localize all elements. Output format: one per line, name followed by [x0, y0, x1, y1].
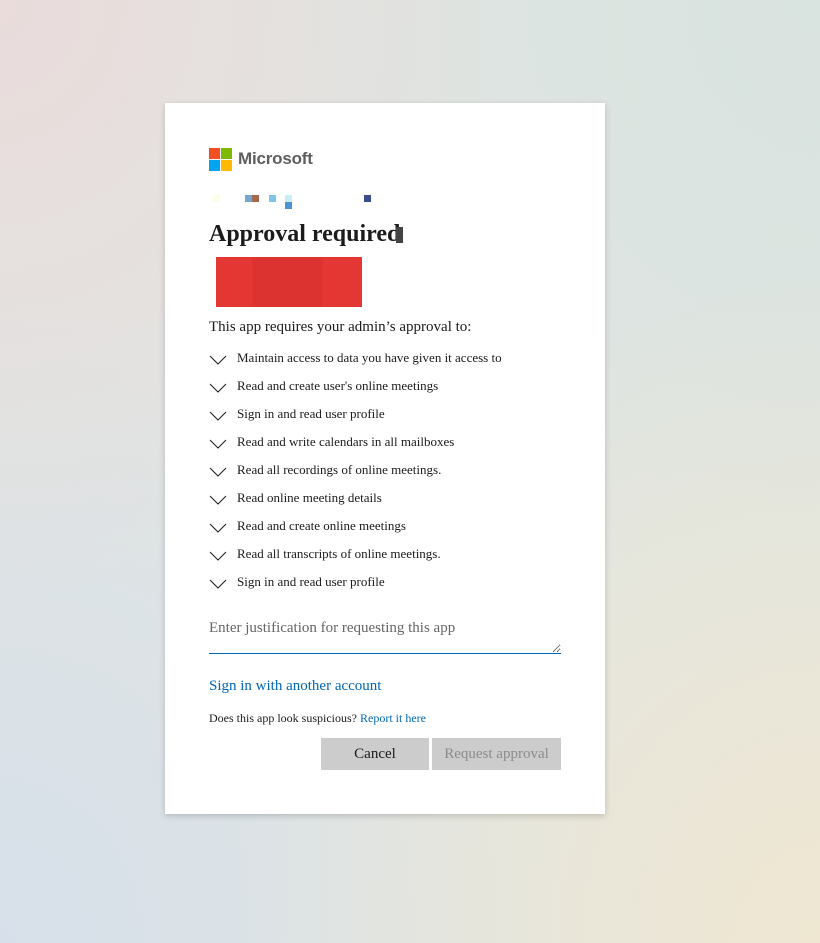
chevron-down-icon	[209, 551, 227, 561]
brand-name: Microsoft	[238, 149, 313, 168]
chevron-down-icon	[209, 411, 227, 421]
permission-label: Sign in and read user profile	[237, 406, 385, 421]
chevron-down-icon	[209, 523, 227, 533]
permission-item[interactable]: Read all recordings of online meetings.	[209, 456, 561, 484]
permission-label: Sign in and read user profile	[237, 574, 385, 589]
permission-item[interactable]: Read online meeting details	[209, 484, 561, 512]
permission-label: Read and write calendars in all mailboxe…	[237, 434, 455, 449]
button-row: Cancel Request approval	[321, 738, 561, 770]
suspicious-prompt: Does this app look suspicious?	[209, 711, 357, 725]
permission-list: Maintain access to data you have given i…	[209, 344, 561, 596]
permission-label: Read and create online meetings	[237, 518, 406, 533]
chevron-down-icon	[209, 495, 227, 505]
chevron-down-icon	[209, 467, 227, 477]
permission-label: Read online meeting details	[237, 490, 382, 505]
permission-item[interactable]: Read and create online meetings	[209, 512, 561, 540]
justification-input[interactable]	[209, 616, 561, 654]
microsoft-logo: Microsoft	[209, 147, 561, 171]
permission-item[interactable]: Sign in and read user profile	[209, 568, 561, 596]
request-approval-button[interactable]: Request approval	[432, 738, 561, 770]
chevron-down-icon	[209, 439, 227, 449]
permission-label: Read all recordings of online meetings.	[237, 462, 442, 477]
approval-intro: This app requires your admin’s approval …	[209, 319, 472, 335]
chevron-down-icon	[209, 579, 227, 589]
permission-item[interactable]: Read and create user's online meetings	[209, 372, 561, 400]
redacted-app-name	[216, 257, 362, 307]
permission-item[interactable]: Sign in and read user profile	[209, 400, 561, 428]
sign-in-another-account-link[interactable]: Sign in with another account	[209, 677, 561, 695]
chevron-down-icon	[209, 355, 227, 365]
permission-label: Read all transcripts of online meetings.	[237, 546, 441, 561]
permission-item[interactable]: Read and write calendars in all mailboxe…	[209, 428, 561, 456]
text-cursor	[396, 227, 404, 243]
page-title-text: Approval required	[209, 221, 401, 247]
microsoft-logo-icon	[209, 147, 232, 171]
permission-label: Maintain access to data you have given i…	[237, 350, 502, 365]
permission-item[interactable]: Maintain access to data you have given i…	[209, 344, 561, 372]
suspicious-app-notice: Does this app look suspicious? Report it…	[209, 711, 561, 725]
report-link[interactable]: Report it here	[360, 711, 426, 725]
page-title: Approval required	[209, 219, 404, 249]
chevron-down-icon	[209, 383, 227, 393]
permission-label: Read and create user's online meetings	[237, 378, 439, 393]
permission-item[interactable]: Read all transcripts of online meetings.	[209, 540, 561, 568]
redacted-account-pixels	[209, 193, 561, 211]
cancel-button[interactable]: Cancel	[321, 738, 429, 770]
approval-dialog: Microsoft Approval required This app req…	[165, 103, 605, 814]
